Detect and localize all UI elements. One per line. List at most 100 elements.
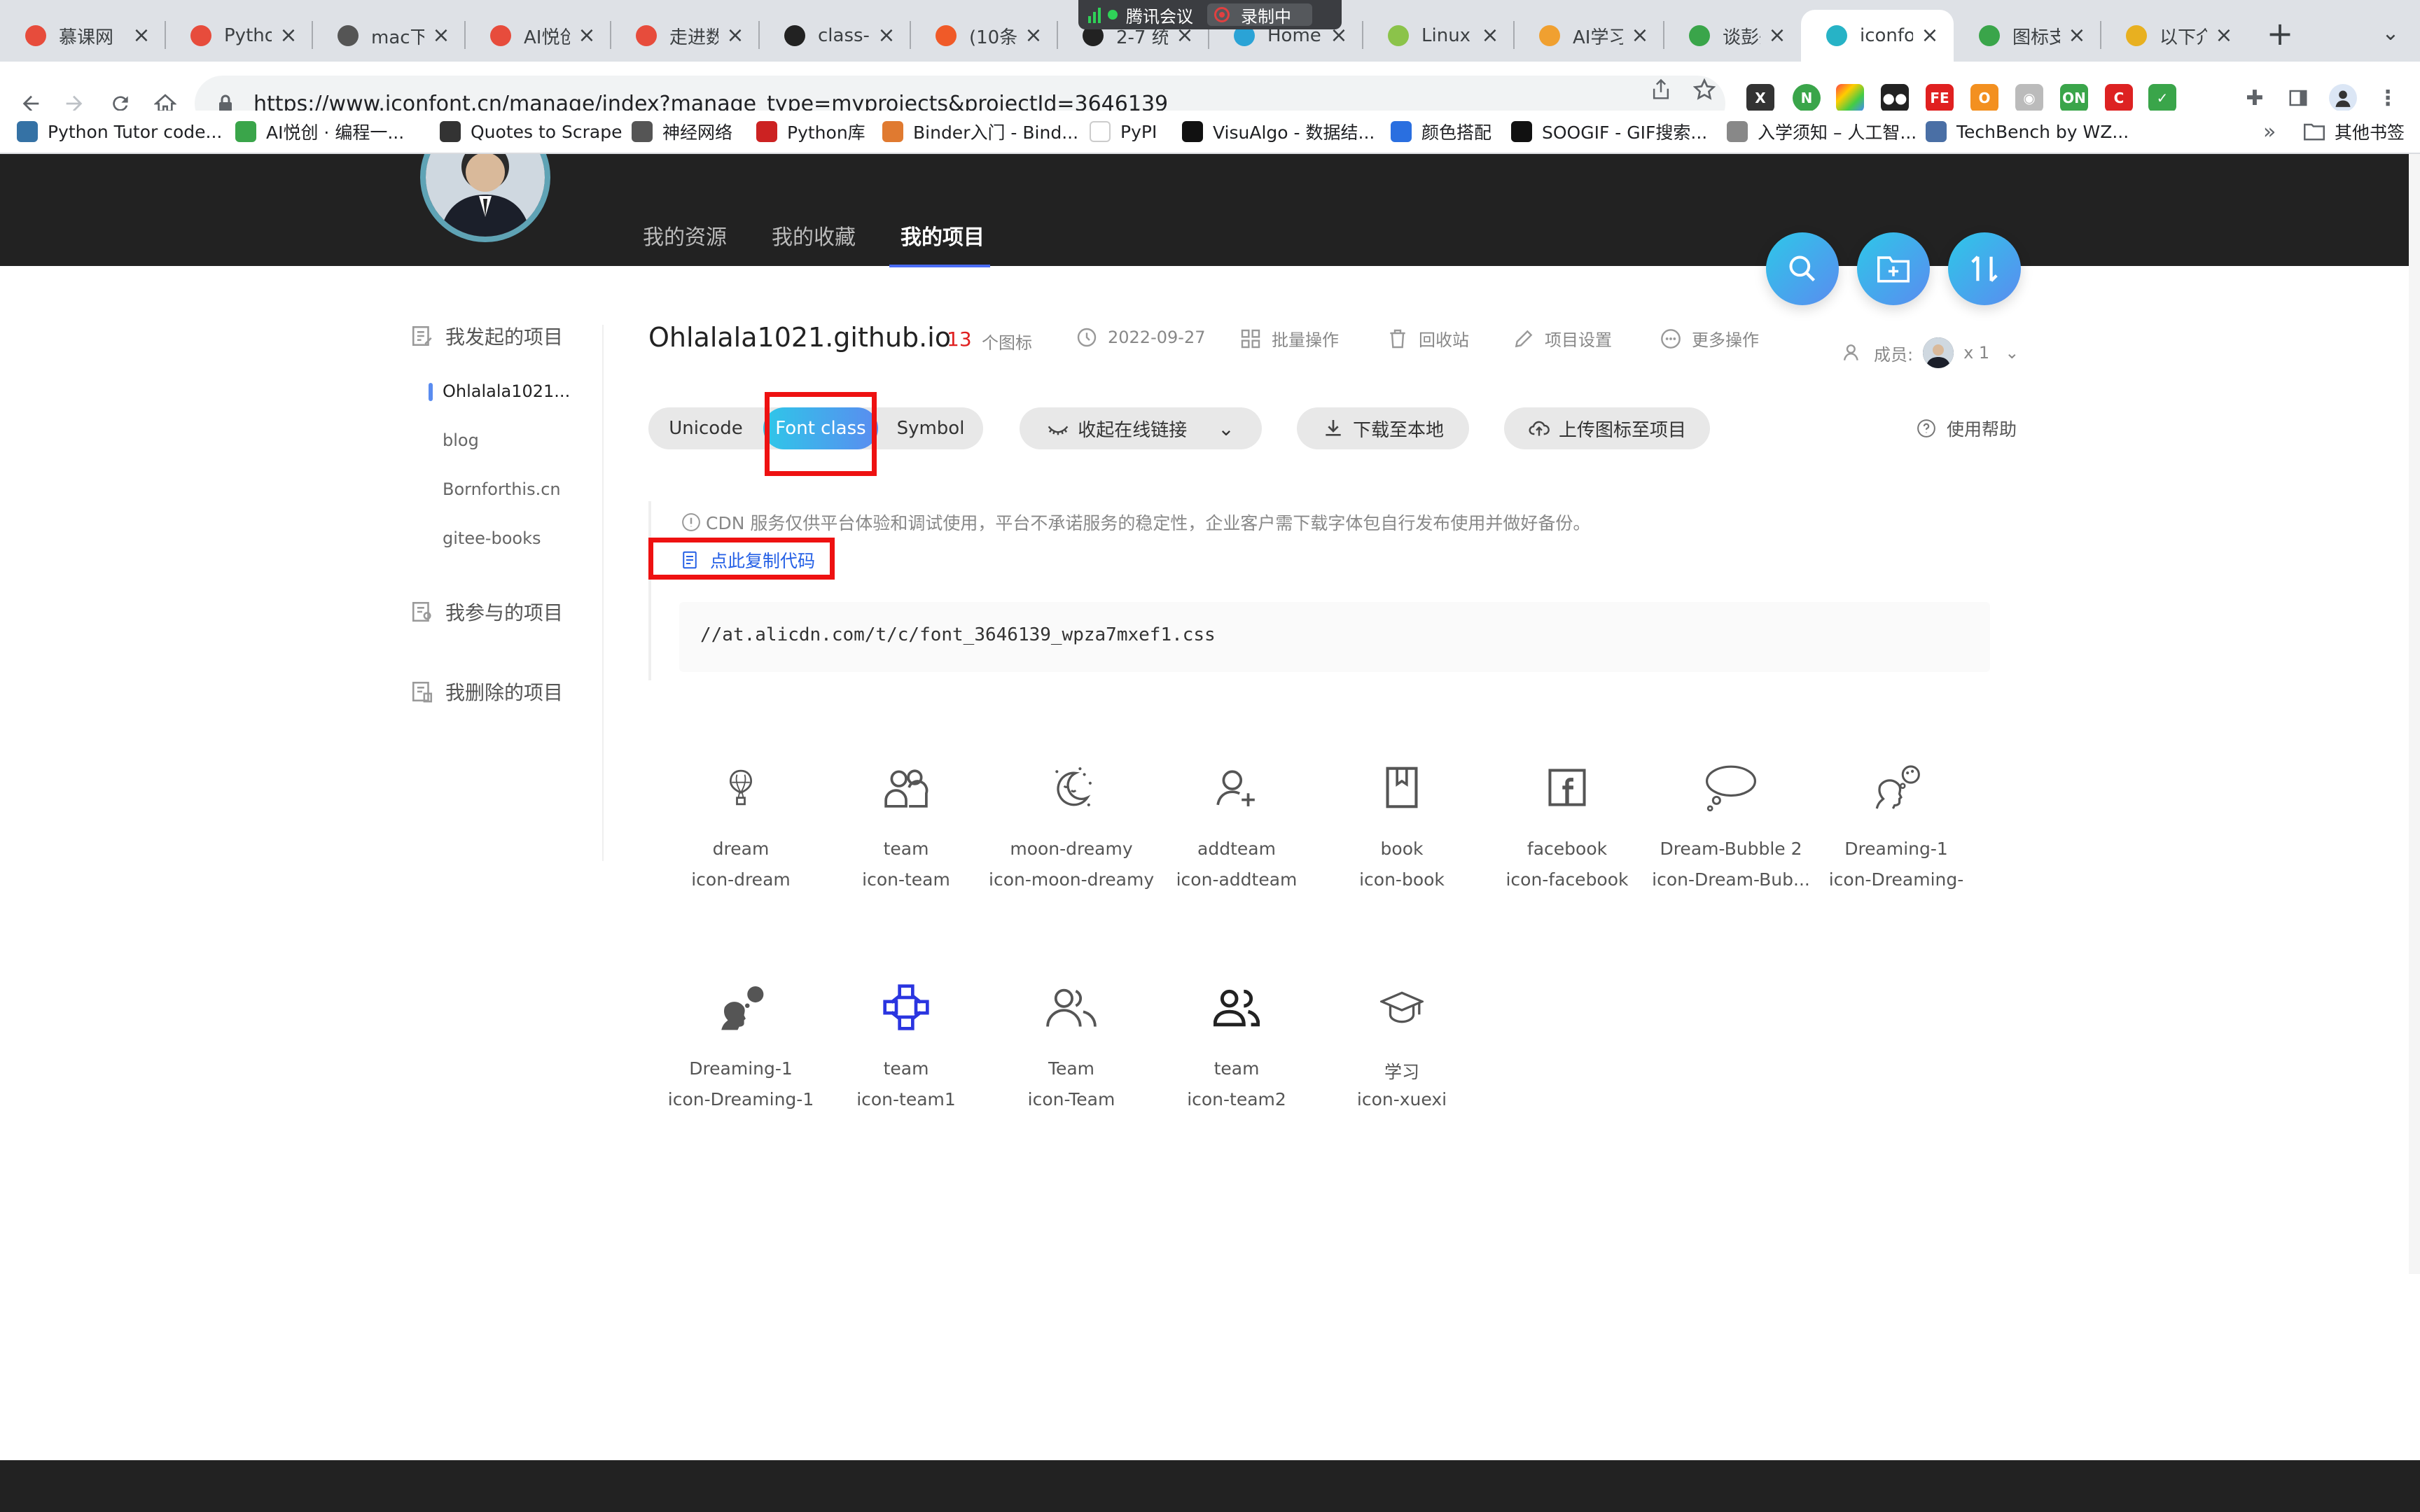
icon-card[interactable]: Dreaming-1 icon-Dreaming-1: [658, 976, 823, 1158]
user-avatar[interactable]: [420, 154, 550, 242]
icon-card[interactable]: team icon-team1: [823, 976, 989, 1158]
share-icon[interactable]: [1647, 76, 1675, 104]
bookmark-item[interactable]: 入学须知 – 人工智...: [1727, 116, 1917, 147]
tab-unicode[interactable]: Unicode: [648, 407, 763, 449]
browser-tab[interactable]: 图标支 ×: [1954, 10, 2101, 62]
sidebar-project-bornforthis[interactable]: Bornforthis.cn: [443, 479, 561, 499]
css-code-box[interactable]: //at.alicdn.com/t/c/font_3646139_wpza7mx…: [679, 602, 1990, 672]
bookmark-item[interactable]: AI悦创 · 编程一...: [235, 116, 404, 147]
tab-search-chevron-icon[interactable]: ⌄: [2375, 18, 2406, 49]
extension-tampermonkey-icon[interactable]: ●●: [1881, 84, 1909, 112]
browser-tab[interactable]: AI悦创 ×: [465, 10, 611, 62]
collapse-online-link-button[interactable]: 收起在线链接 ⌄: [1020, 407, 1262, 449]
tab-close-icon[interactable]: ×: [1480, 25, 1500, 46]
extension-grid-icon[interactable]: [1836, 84, 1864, 112]
profile-avatar[interactable]: [2329, 84, 2357, 112]
tab-symbol[interactable]: Symbol: [878, 407, 983, 449]
tab-close-icon[interactable]: ×: [431, 25, 451, 46]
extension-orange-icon[interactable]: O: [1970, 84, 1998, 112]
more-operations-button[interactable]: 更多操作: [1660, 326, 1759, 351]
side-panel-icon[interactable]: [2284, 84, 2312, 112]
browser-tab[interactable]: mac下p ×: [312, 10, 465, 62]
bookmark-star-icon[interactable]: [1690, 76, 1718, 104]
new-tab-button[interactable]: +: [2262, 15, 2298, 52]
bookmark-item[interactable]: SOOGIF - GIF搜索...: [1511, 116, 1707, 147]
tab-close-icon[interactable]: ×: [577, 25, 597, 46]
tab-close-icon[interactable]: ×: [877, 25, 896, 46]
nav-my-favorites[interactable]: 我的收藏: [772, 220, 856, 251]
icon-card[interactable]: addteam icon-addteam: [1154, 756, 1319, 938]
tab-close-icon[interactable]: ×: [132, 25, 151, 46]
extension-on-icon[interactable]: ON: [2060, 84, 2088, 112]
other-bookmarks-folder[interactable]: 其他书签: [2304, 116, 2405, 147]
icon-card[interactable]: Dream-Bubble 2 icon-Dream-Bub...: [1648, 756, 1814, 938]
sidebar-project-blog[interactable]: blog: [443, 430, 479, 450]
help-link[interactable]: 使用帮助: [1916, 416, 2017, 441]
icon-card[interactable]: team icon-team: [823, 756, 989, 938]
extension-camera-icon[interactable]: ◉: [2015, 84, 2043, 112]
browser-tab[interactable]: iconfon ×: [1801, 10, 1954, 62]
bookmark-item[interactable]: VisuAlgo - 数据结...: [1182, 116, 1375, 147]
new-project-fab-button[interactable]: [1857, 232, 1930, 305]
browser-tab[interactable]: 谈彭州 ×: [1664, 10, 1801, 62]
browser-tab[interactable]: Python ×: [165, 10, 312, 62]
css-url-text[interactable]: //at.alicdn.com/t/c/font_3646139_wpza7mx…: [700, 624, 1216, 645]
extension-fe-icon[interactable]: FE: [1926, 84, 1954, 112]
bookmark-item[interactable]: TechBench by WZ...: [1926, 116, 2129, 147]
batch-operation-button[interactable]: 批量操作: [1239, 326, 1339, 351]
icon-card[interactable]: dream icon-dream: [658, 756, 823, 938]
sidebar-started-projects-heading[interactable]: 我发起的项目: [410, 322, 563, 350]
bookmark-item[interactable]: 神经网络: [632, 116, 732, 147]
icon-card[interactable]: facebook icon-facebook: [1484, 756, 1650, 938]
extension-shield-icon[interactable]: ✓: [2148, 84, 2176, 112]
bookmark-item[interactable]: Python Tutor code...: [17, 116, 222, 147]
icon-card[interactable]: Team icon-Team: [989, 976, 1154, 1158]
bookmarks-more-chevron[interactable]: »: [2263, 116, 2276, 147]
nav-my-projects[interactable]: 我的项目: [900, 220, 985, 251]
tab-close-icon[interactable]: ×: [1920, 25, 1940, 46]
icon-card[interactable]: 学习 icon-xuexi: [1319, 976, 1484, 1158]
browser-tab[interactable]: 以下介 ×: [2101, 10, 2248, 62]
tab-close-icon[interactable]: ×: [1767, 25, 1787, 46]
extension-x-icon[interactable]: X: [1746, 84, 1774, 112]
chrome-menu-icon[interactable]: ⋮: [2374, 84, 2402, 112]
meeting-indicator[interactable]: 腾讯会议 录制中: [1078, 0, 1342, 29]
sidebar-project-ohlalala[interactable]: Ohlalala1021...: [443, 382, 570, 401]
icon-card[interactable]: team icon-team2: [1154, 976, 1319, 1158]
extension-red-icon[interactable]: C: [2105, 84, 2133, 112]
tab-close-icon[interactable]: ×: [2067, 25, 2087, 46]
project-settings-button[interactable]: 项目设置: [1512, 326, 1612, 351]
sidebar-deleted-projects-heading[interactable]: 我删除的项目: [410, 678, 563, 706]
extensions-puzzle-icon[interactable]: ✚: [2241, 84, 2269, 112]
nav-my-resources[interactable]: 我的资源: [643, 220, 727, 251]
search-fab-button[interactable]: [1766, 232, 1839, 305]
icon-card[interactable]: Dreaming-1 icon-Dreaming-: [1814, 756, 1979, 938]
tab-close-icon[interactable]: ×: [1630, 25, 1650, 46]
browser-tab[interactable]: AI学习 ×: [1514, 10, 1664, 62]
bookmark-item[interactable]: PyPI: [1090, 116, 1157, 147]
icon-card[interactable]: moon-dreamy icon-moon-dreamy: [989, 756, 1154, 938]
browser-tab[interactable]: 走进数据 ×: [611, 10, 759, 62]
bookmark-item[interactable]: 颜色搭配: [1391, 116, 1491, 147]
browser-tab[interactable]: 慕课网 ×: [0, 10, 165, 62]
download-local-button[interactable]: 下载至本地: [1297, 407, 1469, 449]
tab-close-icon[interactable]: ×: [2214, 25, 2234, 46]
members-dropdown[interactable]: 成员: x 1 ⌄: [1842, 337, 2019, 368]
browser-tab[interactable]: class-1 ×: [759, 10, 910, 62]
bookmark-item[interactable]: Python库: [756, 116, 865, 147]
tab-close-icon[interactable]: ×: [725, 25, 745, 46]
tab-close-icon[interactable]: ×: [279, 25, 298, 46]
browser-tab[interactable]: Linux c ×: [1363, 10, 1514, 62]
page-scrollbar[interactable]: [2409, 154, 2420, 1274]
extension-n-icon[interactable]: N: [1793, 84, 1821, 112]
browser-tab[interactable]: (10条消 ×: [910, 10, 1057, 62]
sidebar-joined-projects-heading[interactable]: 我参与的项目: [410, 598, 563, 626]
bookmark-item[interactable]: Binder入门 - Bind...: [882, 116, 1078, 147]
sort-fab-button[interactable]: [1948, 232, 2021, 305]
tab-close-icon[interactable]: ×: [1024, 25, 1043, 46]
recycle-bin-button[interactable]: 回收站: [1386, 326, 1469, 351]
sidebar-project-gitee-books[interactable]: gitee-books: [443, 528, 541, 548]
upload-icons-button[interactable]: 上传图标至项目: [1504, 407, 1710, 449]
icon-card[interactable]: book icon-book: [1319, 756, 1484, 938]
bookmark-item[interactable]: Quotes to Scrape: [440, 116, 622, 147]
